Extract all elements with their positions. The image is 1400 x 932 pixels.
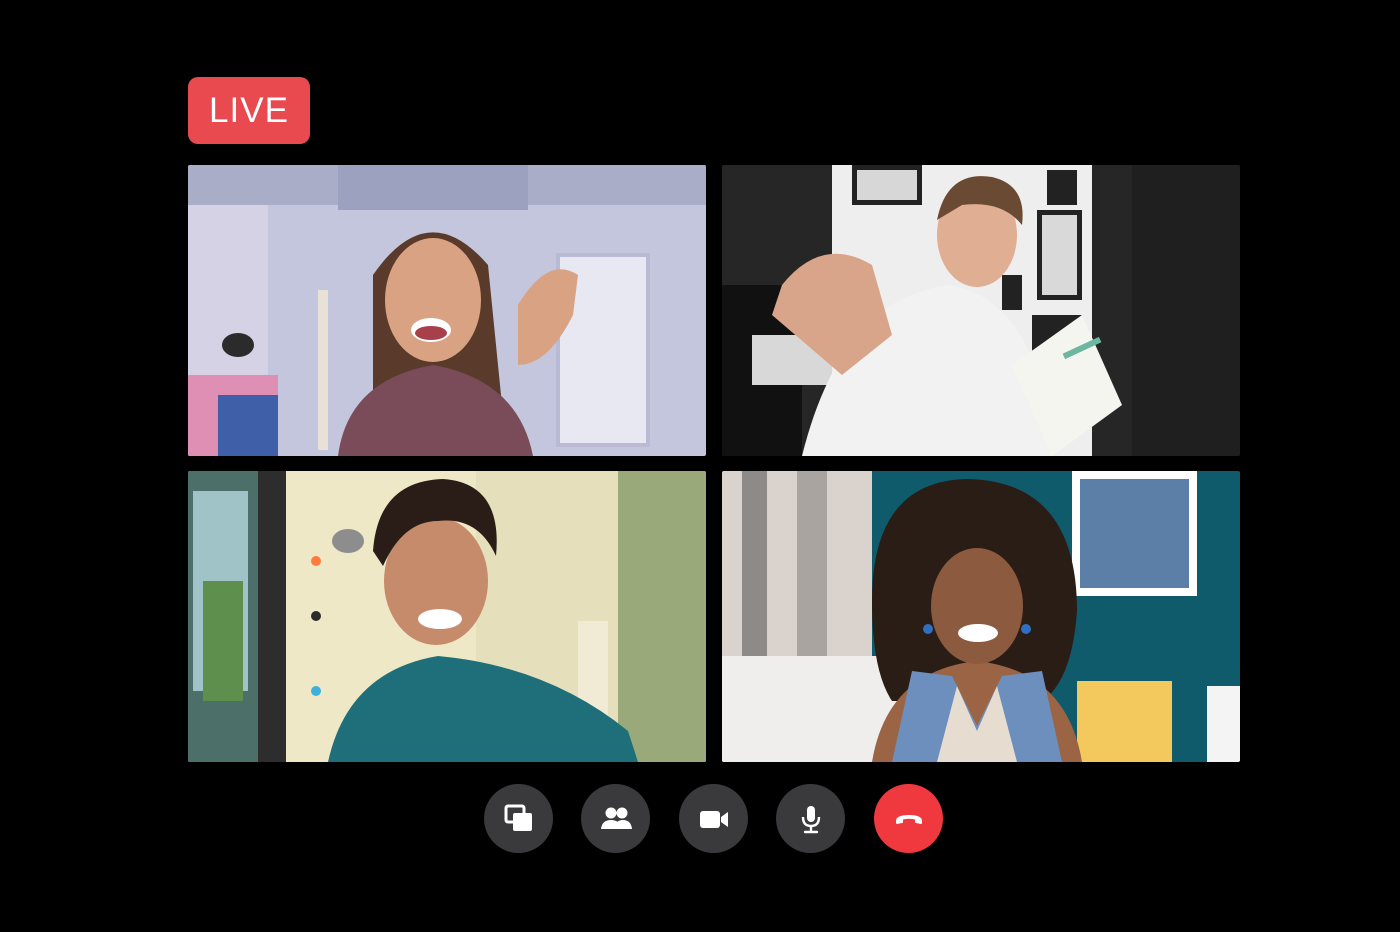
participant-video-3[interactable] bbox=[188, 471, 706, 762]
share-screen-button[interactable] bbox=[484, 784, 553, 853]
share-screen-icon bbox=[504, 804, 532, 831]
participant-4-feed bbox=[722, 471, 1240, 762]
hang-up-icon bbox=[895, 814, 922, 824]
participant-3-feed bbox=[188, 471, 706, 762]
participant-video-1[interactable] bbox=[188, 165, 706, 456]
live-badge: LIVE bbox=[188, 77, 310, 144]
camera-button[interactable] bbox=[679, 784, 748, 853]
participant-2-feed bbox=[722, 165, 1240, 456]
participant-video-2[interactable] bbox=[722, 165, 1240, 456]
end-call-button[interactable] bbox=[874, 784, 943, 853]
call-controls-bar bbox=[484, 784, 944, 854]
participant-1-feed bbox=[188, 165, 706, 456]
people-icon bbox=[600, 807, 632, 829]
video-call-screen: LIVE bbox=[0, 0, 1400, 932]
video-camera-icon bbox=[699, 810, 728, 828]
microphone-button[interactable] bbox=[776, 784, 845, 853]
microphone-icon bbox=[801, 805, 820, 833]
participants-button[interactable] bbox=[581, 784, 650, 853]
participant-video-4[interactable] bbox=[722, 471, 1240, 762]
